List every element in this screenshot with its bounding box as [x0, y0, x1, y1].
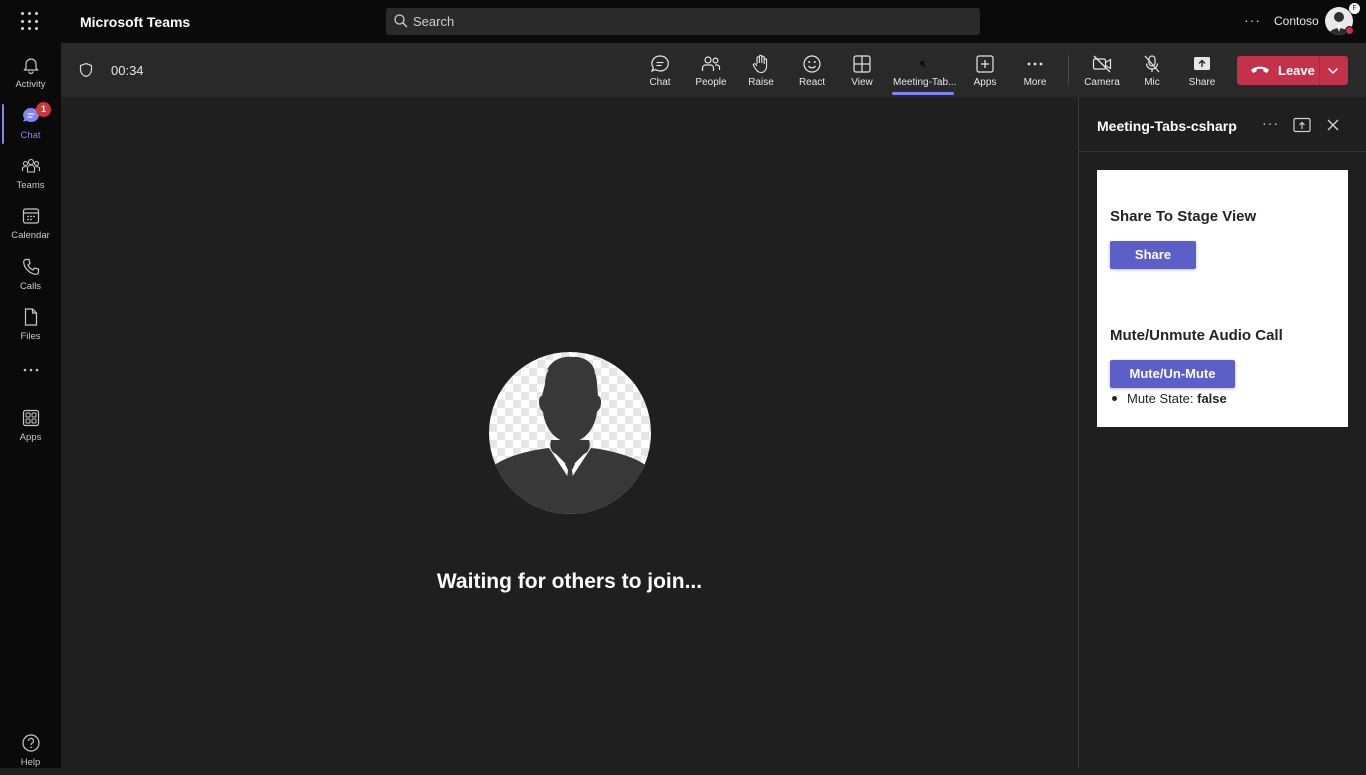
rail-label: Calendar	[11, 230, 50, 241]
search-icon	[394, 14, 408, 28]
meeting-tab-app-button[interactable]: Meeting-Tab...	[892, 51, 957, 95]
mute-state-item: Mute State: false	[1110, 391, 1227, 406]
share-to-stage-button[interactable]: Share	[1110, 241, 1196, 269]
bullet	[1112, 396, 1117, 402]
rail-label: Chat	[20, 130, 41, 141]
leave-button[interactable]: Leave	[1237, 56, 1348, 85]
rail-item-apps[interactable]: Apps	[0, 402, 61, 450]
rail-label: Help	[20, 757, 41, 768]
close-icon[interactable]	[1326, 118, 1340, 132]
rail-item-teams[interactable]: Teams	[0, 150, 61, 198]
share-icon	[1194, 57, 1210, 70]
mic-off-icon	[1144, 55, 1160, 73]
phone-icon	[23, 258, 40, 275]
toolbar-divider	[1068, 55, 1069, 85]
leave-label: Leave	[1278, 63, 1315, 78]
more-button[interactable]: More	[1005, 51, 1065, 93]
waiting-message: Waiting for others to join...	[436, 570, 703, 593]
app-title: Microsoft Teams	[80, 14, 191, 30]
panel-more-icon[interactable]: ···	[1262, 115, 1279, 131]
rail-label: Files	[20, 331, 41, 342]
unread-badge: 1	[36, 102, 51, 117]
panel-title: Meeting-Tabs-csharp	[1097, 118, 1237, 134]
rail-item-activity[interactable]: Activity	[0, 49, 61, 97]
hand-icon	[752, 54, 768, 74]
tab-app-icon	[920, 60, 926, 68]
meeting-stage: Waiting for others to join...	[61, 97, 1078, 768]
meeting-toolbar: 00:34 Chat People Raise React View Meeti…	[61, 43, 1366, 97]
search-placeholder: Search	[413, 14, 455, 29]
app-rail: Activity 1 Chat Teams Calendar Calls Fil…	[0, 43, 61, 768]
rail-item-calls[interactable]: Calls	[0, 251, 61, 299]
camera-off-icon	[1092, 55, 1112, 73]
more-icon	[23, 368, 39, 372]
mute-state-label: Mute State:	[1127, 391, 1194, 406]
side-panel: Meeting-Tabs-csharp ··· Share To Stage V…	[1078, 97, 1366, 768]
meeting-timer: 00:34	[111, 63, 144, 78]
share-heading: Share To Stage View	[1110, 208, 1257, 225]
rail-label: Calls	[19, 281, 42, 292]
title-bar: Microsoft Teams Search ··· Contoso F	[0, 0, 1366, 43]
apps-icon	[22, 409, 40, 427]
rail-label: Teams	[16, 180, 45, 191]
app-launcher-icon[interactable]	[21, 12, 41, 32]
rail-label: Activity	[15, 79, 46, 90]
rail-label: Apps	[19, 432, 42, 443]
leave-divider	[1319, 56, 1320, 85]
smile-icon	[803, 55, 821, 73]
shield-icon[interactable]	[78, 62, 94, 78]
more-icon	[1027, 62, 1043, 66]
control-label: Meeting-Tab...	[893, 77, 957, 88]
popout-icon[interactable]	[1293, 117, 1311, 133]
rail-item-more[interactable]	[0, 354, 61, 402]
mute-heading: Mute/Unmute Audio Call	[1110, 327, 1283, 344]
mute-state-value: false	[1197, 391, 1227, 406]
people-icon	[701, 56, 721, 71]
teams-icon	[21, 158, 41, 173]
plus-icon	[976, 55, 994, 73]
presence-status-icon	[1345, 26, 1354, 35]
help-icon	[22, 734, 40, 752]
share-button[interactable]: Share	[1172, 51, 1232, 93]
settings-more-icon[interactable]: ···	[1244, 12, 1261, 28]
grid-icon	[853, 55, 871, 73]
panel-header: Meeting-Tabs-csharp ···	[1079, 97, 1366, 152]
control-label: View	[851, 77, 873, 88]
avatar-badge: F	[1349, 3, 1360, 14]
control-label: More	[1023, 77, 1047, 88]
mute-unmute-button[interactable]: Mute/Un-Mute	[1110, 360, 1235, 388]
file-icon	[24, 308, 38, 326]
rail-item-files[interactable]: Files	[0, 301, 61, 349]
chat-icon	[650, 55, 669, 73]
participant-avatar	[489, 352, 651, 514]
view-button[interactable]: View	[832, 51, 892, 93]
hang-up-icon	[1251, 66, 1269, 73]
org-name[interactable]: Contoso	[1274, 14, 1319, 28]
rail-item-calendar[interactable]: Calendar	[0, 200, 61, 248]
rail-item-chat[interactable]: 1 Chat	[0, 100, 61, 148]
control-label: Share	[1188, 77, 1216, 88]
bell-icon	[23, 58, 39, 75]
app-content-card: Share To Stage View Share Mute/Unmute Au…	[1097, 170, 1348, 427]
calendar-icon	[22, 208, 40, 224]
search-input[interactable]: Search	[386, 8, 980, 35]
chevron-down-icon[interactable]	[1326, 64, 1340, 78]
